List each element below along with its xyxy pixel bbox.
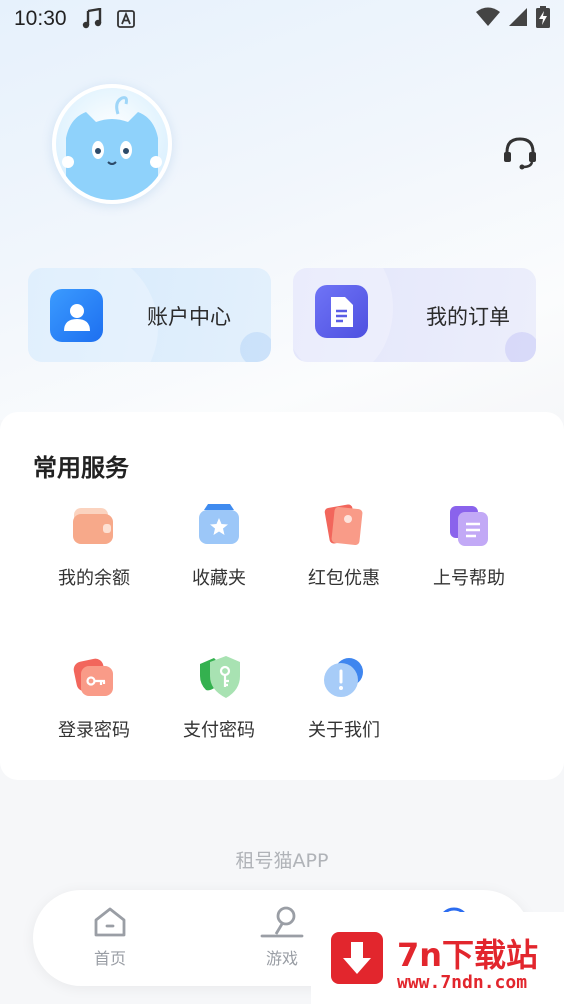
service-label: 我的余额 [58,568,130,589]
status-bar: 10:30 [0,0,564,38]
service-login-password[interactable]: 登录密码 [32,654,152,764]
account-icon-box [50,289,103,342]
watermark-title: 7n下载站 [397,936,539,974]
tab-home[interactable]: 首页 [55,890,165,986]
cat-avatar-icon [62,96,162,200]
app-name-footer: 租号猫APP [235,850,329,872]
help-doc-icon [450,506,488,546]
service-label: 红包优惠 [308,568,380,589]
account-center-label: 账户中心 [147,305,231,329]
document-icon [330,296,353,327]
user-avatar[interactable] [52,84,172,204]
watermark-overlay: 7n下载站 www.7ndn.com [311,912,564,1004]
shield-key-icon [200,656,240,698]
service-balance[interactable]: 我的余额 [32,502,152,612]
service-label: 登录密码 [58,720,130,741]
services-title: 常用服务 [33,454,129,482]
my-orders-card[interactable]: 我的订单 [293,268,536,362]
status-time: 10:30 [14,7,67,30]
info-icon [324,658,363,697]
service-payment-password[interactable]: 支付密码 [157,654,277,764]
music-note-icon [81,8,103,30]
service-label: 关于我们 [308,720,380,741]
service-red-packet[interactable]: 红包优惠 [282,502,402,612]
star-box-icon [199,504,239,544]
account-center-card[interactable]: 账户中心 [28,268,271,362]
card-decoration [505,332,536,362]
service-label: 上号帮助 [433,568,505,589]
game-icon [260,906,304,938]
key-icon [73,658,113,696]
red-packet-icon [324,504,363,545]
wifi-icon [476,7,500,32]
service-login-help[interactable]: 上号帮助 [407,502,527,612]
service-about-us[interactable]: 关于我们 [282,654,402,764]
headset-icon [504,137,536,170]
battery-charging-icon [536,5,550,33]
service-label: 收藏夹 [192,568,246,589]
watermark-url: www.7ndn.com [397,972,528,993]
card-decoration [240,332,271,362]
user-icon [63,303,90,331]
customer-service-button[interactable] [501,134,539,172]
service-favorites[interactable]: 收藏夹 [157,502,277,612]
common-services-panel: 常用服务 我的余额 收藏夹 红包优惠 上号帮助 登录密码 支付密码 关于我们 [0,412,564,780]
font-a-icon [116,10,135,28]
orders-icon-box [315,285,368,338]
my-orders-label: 我的订单 [426,305,510,329]
download-arrow-icon [331,932,383,984]
service-label: 支付密码 [183,720,255,741]
signal-icon [508,7,528,32]
home-icon [94,907,126,937]
tab-label: 首页 [93,949,126,968]
wallet-icon [73,508,113,544]
